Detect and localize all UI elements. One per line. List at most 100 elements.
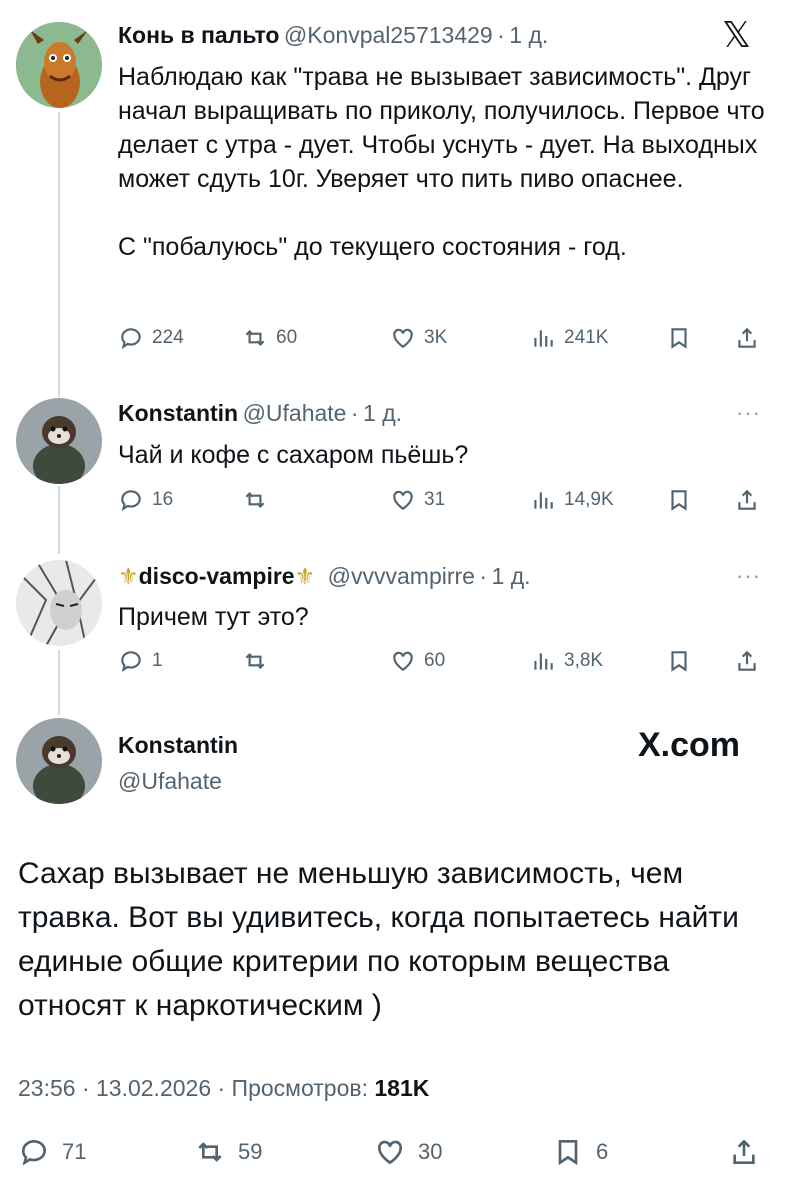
repost-button[interactable] (242, 487, 276, 513)
tweet2-text: Чай и кофе с сахаром пьёшь? (118, 441, 469, 469)
thread-line-2 (58, 486, 60, 554)
tweet3-view-count: 3,8K (564, 650, 604, 671)
tweet2-author-name[interactable]: Konstantin (118, 400, 238, 426)
reply-button[interactable]: 1 (118, 648, 163, 674)
main-timestamp-row: 23:56 · 13.02.2026 · Просмотров: 181K (18, 1075, 429, 1102)
main-author-name[interactable]: Konstantin (118, 732, 238, 759)
tweet3-time[interactable]: 1 д. (492, 563, 531, 589)
reply-icon (121, 490, 141, 512)
tweet2-actions: 16 31 14,9K (118, 487, 768, 519)
views-icon (534, 492, 553, 509)
bookmark-icon (671, 490, 687, 511)
views-icon (534, 330, 553, 347)
bookmark-icon (558, 1140, 578, 1166)
main-actions: 71 59 30 6 (18, 1136, 768, 1172)
avatar-horse[interactable] (16, 22, 102, 108)
tweet3-author-name[interactable]: disco-vampire (139, 563, 295, 589)
main-reply-count: 71 (62, 1139, 87, 1164)
tweet2-view-count: 14,9K (564, 489, 614, 510)
share-button[interactable] (734, 325, 760, 351)
bookmark-button[interactable] (666, 648, 692, 674)
tweet3-actions: 1 60 3,8K (118, 648, 768, 680)
x-logo-icon[interactable]: 𝕏 (722, 14, 751, 56)
tweet3-handle[interactable]: @vvvvampirre (328, 563, 475, 589)
repost-button[interactable]: 60 (242, 325, 297, 351)
repost-icon (198, 1142, 222, 1162)
main-handle[interactable]: @Ufahate (118, 768, 222, 795)
more-icon[interactable]: ··· (736, 563, 761, 589)
views-button[interactable]: 3,8K (530, 648, 603, 674)
like-button[interactable]: 31 (390, 487, 445, 513)
bookmark-icon (671, 328, 687, 349)
reply-icon (22, 1140, 46, 1166)
tweet2-header: Konstantin @Ufahate · 1 д. (118, 400, 402, 427)
separator-dot: · (479, 563, 488, 589)
share-icon (738, 489, 756, 510)
like-icon (393, 490, 413, 510)
views-button[interactable]: 14,9K (530, 487, 614, 513)
reply-button[interactable]: 71 (18, 1136, 86, 1168)
main-view-count: 181K (374, 1075, 430, 1101)
main-tweet-text: Сахар вызывает не меньшую зависимость, ч… (18, 857, 748, 1022)
share-button[interactable] (728, 1136, 760, 1168)
reply-icon (121, 651, 141, 673)
views-button[interactable]: 241K (530, 325, 608, 351)
like-icon (393, 651, 413, 671)
like-icon (393, 328, 413, 348)
like-icon (377, 1140, 403, 1165)
tweet3-like-count: 60 (424, 650, 446, 671)
share-icon (733, 1139, 755, 1164)
reply-button[interactable]: 16 (118, 487, 173, 513)
repost-button[interactable]: 59 (194, 1136, 262, 1168)
fleur-icon: ⚜ (118, 563, 139, 589)
tweet1-view-count: 241K (564, 327, 609, 348)
avatar-ferret[interactable] (16, 718, 102, 804)
x-com-logo: X.com (638, 726, 741, 764)
repost-button[interactable] (242, 648, 276, 674)
bookmark-icon (671, 651, 687, 672)
bookmark-button[interactable]: 6 (552, 1136, 608, 1168)
like-button[interactable]: 3K (390, 325, 447, 351)
fleur-icon: ⚜ (294, 563, 316, 589)
thread-line-1 (58, 112, 60, 397)
share-icon (738, 650, 756, 671)
thread-line-3 (58, 650, 60, 715)
share-button[interactable] (734, 648, 760, 674)
main-datetime[interactable]: 23:56 · 13.02.2026 · Просмотров: (18, 1075, 368, 1101)
tweet3-text: Причем тут это? (118, 603, 309, 631)
tweet1-actions: 224 60 3K 241K (118, 325, 768, 357)
like-button[interactable]: 30 (374, 1136, 442, 1168)
separator-dot: · (350, 400, 359, 426)
repost-icon (245, 652, 265, 670)
bookmark-button[interactable] (666, 487, 692, 513)
reply-button[interactable]: 224 (118, 325, 184, 351)
share-icon (738, 327, 756, 348)
repost-icon (245, 491, 265, 509)
like-button[interactable]: 60 (390, 648, 445, 674)
share-button[interactable] (734, 487, 760, 513)
main-bookmark-count: 6 (596, 1139, 609, 1164)
tweet1-repost-count: 60 (276, 327, 298, 348)
more-icon[interactable]: ··· (736, 400, 761, 426)
tweet2-reply-count: 16 (152, 489, 174, 510)
tweet2-like-count: 31 (424, 489, 446, 510)
tweet1-like-count: 3K (424, 327, 448, 348)
tweet1-handle[interactable]: @Konvpal25713429 (284, 22, 493, 48)
separator-dot: · (497, 22, 505, 48)
tweet1-time[interactable]: 1 д. (509, 22, 548, 48)
reply-icon (121, 328, 141, 350)
bookmark-button[interactable] (666, 325, 692, 351)
main-like-count: 30 (418, 1139, 443, 1164)
tweet1-reply-count: 224 (152, 327, 184, 348)
tweet1-text: Наблюдаю как "трава не вызывает зависимо… (118, 63, 765, 261)
views-icon (534, 653, 553, 670)
tweet3-header: ⚜disco-vampire⚜ @vvvvampirre · 1 д. (118, 563, 531, 590)
main-repost-count: 59 (238, 1139, 263, 1164)
tweet2-handle[interactable]: @Ufahate (243, 400, 347, 426)
repost-icon (245, 329, 265, 347)
tweet2-time[interactable]: 1 д. (363, 400, 402, 426)
tweet1-author-name[interactable]: Конь в пальто (118, 22, 279, 48)
avatar-ferret[interactable] (16, 398, 102, 484)
avatar-anime[interactable] (16, 560, 102, 646)
tweet3-reply-count: 1 (152, 650, 163, 671)
